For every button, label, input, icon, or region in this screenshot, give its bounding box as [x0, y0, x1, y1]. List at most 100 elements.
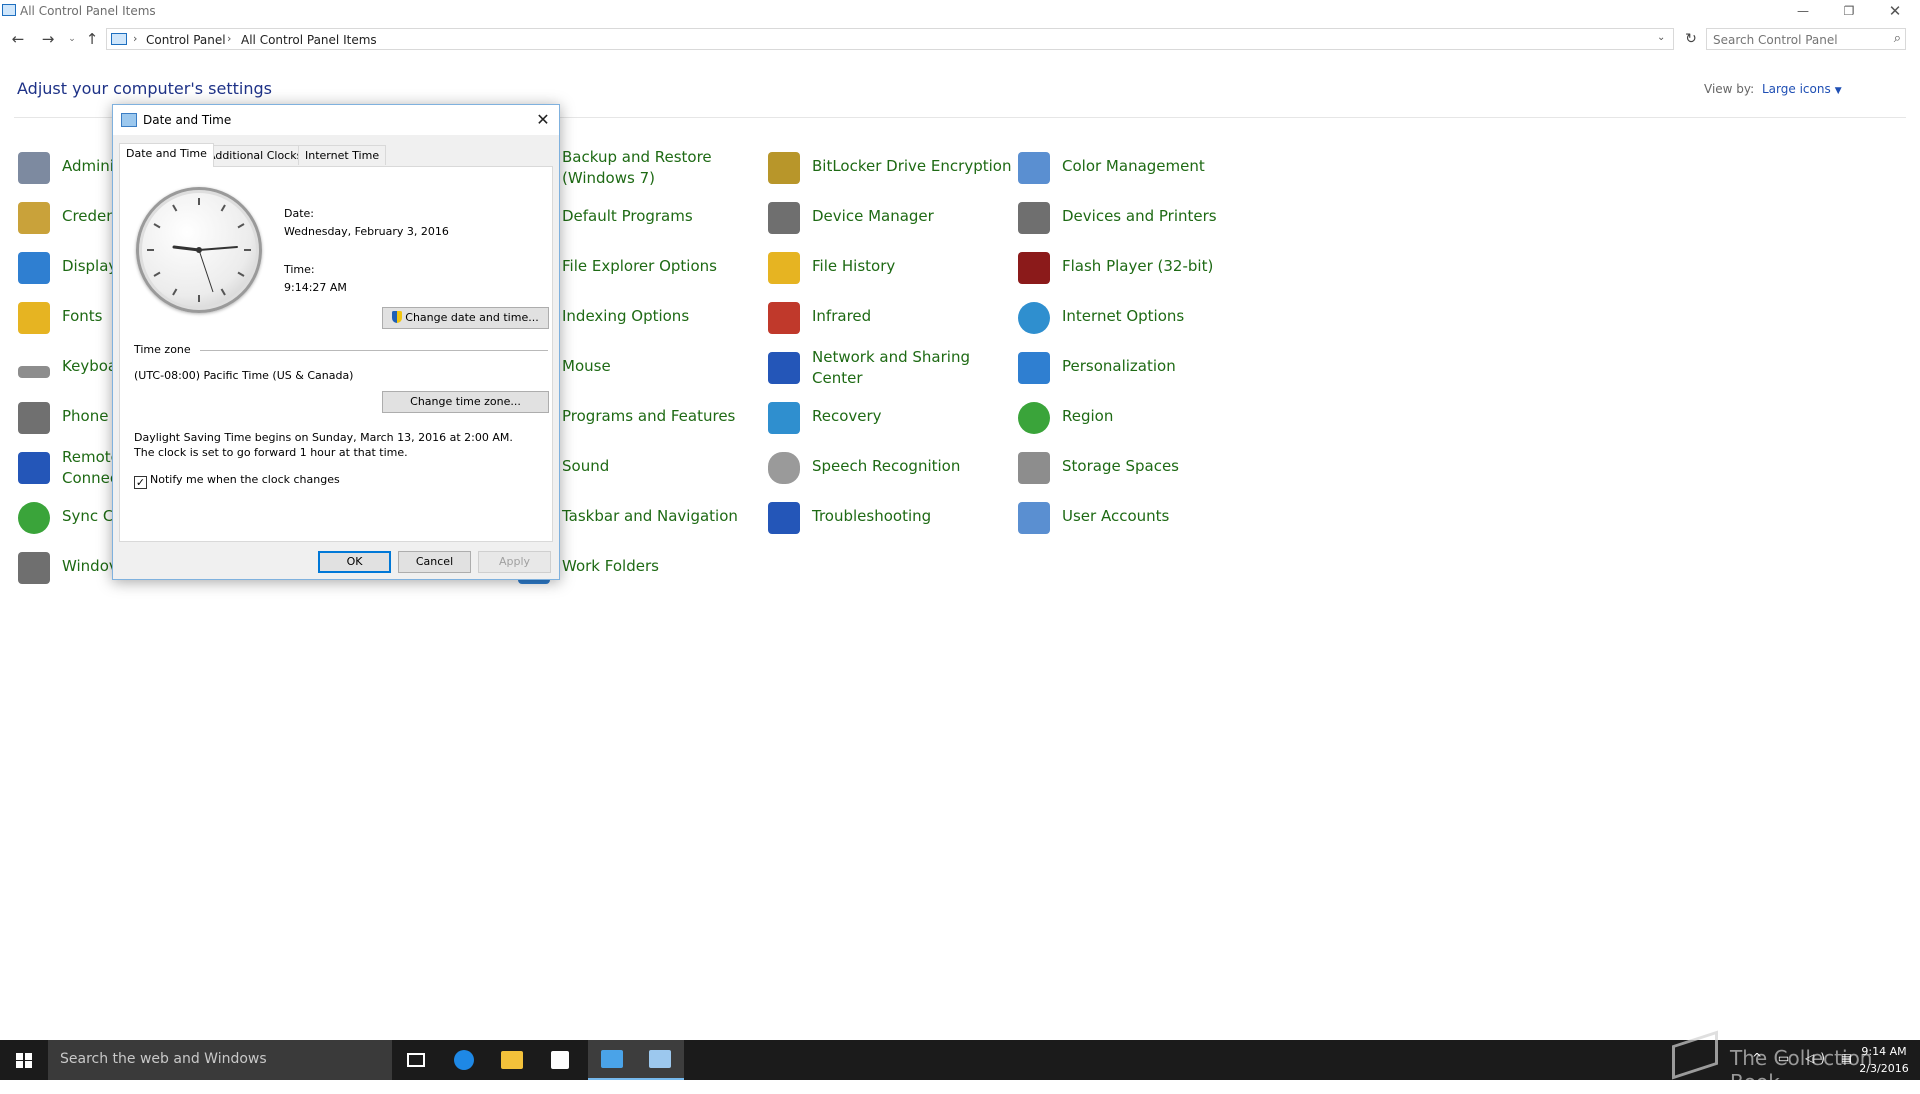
cp-item-label[interactable]: Flash Player (32-bit) [1062, 256, 1213, 277]
task-view-button[interactable] [392, 1040, 440, 1080]
notify-checkbox-row[interactable]: ✓ Notify me when the clock changes [134, 473, 340, 489]
timezone-value: (UTC-08:00) Pacific Time (US & Canada) [134, 369, 354, 382]
close-button[interactable]: ✕ [1872, 0, 1918, 22]
breadcrumb-separator[interactable]: › [133, 32, 137, 45]
cp-item-label[interactable]: Work Folders [562, 556, 659, 577]
edge-button[interactable] [440, 1040, 488, 1080]
cp-item-label[interactable]: Display [62, 256, 117, 277]
dialog-title: Date and Time [143, 113, 232, 127]
taskbar: Search the web and Windows The Collectio… [0, 1030, 1920, 1094]
cp-item-label[interactable]: User Accounts [1062, 506, 1169, 527]
taskbar-clock[interactable]: 9:14 AM 2/3/2016 [1852, 1043, 1916, 1077]
cp-item-label[interactable]: Speech Recognition [812, 456, 960, 477]
ok-button[interactable]: OK [318, 551, 391, 573]
system-tray-icons[interactable]: ^ ▭ ◁) ▤ [1752, 1051, 1858, 1065]
cp-item-label[interactable]: Region [1062, 406, 1113, 427]
cp-item-label[interactable]: Windov [62, 556, 118, 577]
dialog-titlebar: Date and Time ✕ [113, 105, 559, 135]
keyboard-icon [18, 366, 50, 378]
windows-logo-icon [16, 1053, 32, 1068]
date-value: Wednesday, February 3, 2016 [284, 225, 449, 238]
cp-item-label[interactable]: Storage Spaces [1062, 456, 1179, 477]
cp-item-label[interactable]: Phone [62, 406, 108, 427]
cp-item-label[interactable]: Color Management [1062, 156, 1205, 177]
cp-item-label[interactable]: Default Programs [562, 206, 693, 227]
breadcrumb[interactable]: › Control Panel › All Control Panel Item… [106, 28, 1674, 50]
cp-item-label[interactable]: File Explorer Options [562, 256, 717, 277]
view-by-value[interactable]: Large icons [1762, 82, 1831, 96]
change-date-time-button[interactable]: Change date and time... [382, 307, 549, 329]
cp-item-label[interactable]: Sync C [62, 506, 113, 527]
control-panel-taskbar-button[interactable] [588, 1040, 636, 1080]
date-time-taskbar-button[interactable] [636, 1040, 684, 1080]
change-timezone-button[interactable]: Change time zone... [382, 391, 549, 413]
breadcrumb-control-panel[interactable]: Control Panel [146, 33, 226, 47]
breadcrumb-all-items[interactable]: All Control Panel Items [241, 33, 377, 47]
cancel-button[interactable]: Cancel [398, 551, 471, 573]
network-sharing-icon [768, 352, 800, 384]
time-value: 9:14:27 AM [284, 281, 347, 294]
breadcrumb-separator[interactable]: › [227, 32, 231, 45]
cp-item-label[interactable]: Sound [562, 456, 609, 477]
refresh-button[interactable]: ↻ [1680, 28, 1702, 50]
cp-item-label[interactable]: BitLocker Drive Encryption [812, 156, 1011, 177]
time-label: Time: [284, 263, 315, 276]
cp-item-label[interactable]: Taskbar and Navigation [562, 506, 738, 527]
taskbar-date[interactable]: 2/3/2016 [1852, 1060, 1916, 1077]
taskbar-search-placeholder[interactable]: Search the web and Windows [60, 1051, 267, 1067]
troubleshooting-icon [768, 502, 800, 534]
taskbar-search[interactable]: Search the web and Windows [48, 1040, 392, 1080]
search-input[interactable] [1707, 30, 1877, 50]
store-button[interactable] [536, 1040, 584, 1080]
cp-item-label[interactable]: Mouse [562, 356, 611, 377]
dialog-close-button[interactable]: ✕ [531, 109, 555, 131]
cp-item-label[interactable]: Creden [62, 206, 116, 227]
view-by-dropdown[interactable]: Large icons ▼ [1762, 82, 1842, 96]
notify-checkbox[interactable]: ✓ [134, 476, 147, 489]
file-explorer-button[interactable] [488, 1040, 536, 1080]
search-box[interactable]: ⌕ [1706, 28, 1906, 50]
taskbar-time[interactable]: 9:14 AM [1852, 1043, 1916, 1060]
minimize-button[interactable]: — [1780, 0, 1826, 22]
store-icon [551, 1051, 569, 1069]
tab-internet-time[interactable]: Internet Time [298, 145, 387, 165]
cp-item-label[interactable]: Admini [62, 156, 114, 177]
forward-button[interactable]: → [38, 29, 58, 49]
cp-item-label[interactable]: File History [812, 256, 895, 277]
region-icon [1018, 402, 1050, 434]
back-button[interactable]: ← [8, 29, 28, 49]
up-button[interactable]: ↑ [82, 29, 102, 49]
phone-icon [18, 402, 50, 434]
change-date-time-label[interactable]: Change date and time... [405, 311, 538, 324]
cp-item-label[interactable]: Infrared [812, 306, 871, 327]
cp-item-label[interactable]: Indexing Options [562, 306, 689, 327]
bitlocker-icon [768, 152, 800, 184]
cp-item-label[interactable]: Troubleshooting [812, 506, 931, 527]
cp-item-label[interactable]: Devices and Printers [1062, 206, 1217, 227]
caret-down-icon[interactable]: ▼ [1835, 86, 1842, 96]
cp-item-label[interactable]: Internet Options [1062, 306, 1184, 327]
cp-item-label[interactable]: Recovery [812, 406, 882, 427]
cp-item-label[interactable]: Backup and Restore (Windows 7) [562, 147, 752, 189]
search-icon[interactable]: ⌕ [1894, 31, 1901, 46]
cp-item-label[interactable]: Device Manager [812, 206, 934, 227]
cp-item-label[interactable]: Fonts [62, 306, 102, 327]
user-accounts-icon [1018, 502, 1050, 534]
address-dropdown-icon[interactable]: ⌄ [1657, 32, 1665, 43]
devices-printers-icon [1018, 202, 1050, 234]
device-manager-icon [768, 202, 800, 234]
clock-face-icon [147, 198, 251, 302]
maximize-button[interactable]: ❐ [1826, 0, 1872, 22]
windows-firewall-icon [18, 552, 50, 584]
cp-item-label[interactable]: Programs and Features [562, 406, 735, 427]
cp-item-label[interactable]: Keyboa [62, 356, 117, 377]
tab-additional-clocks[interactable]: Additional Clocks [201, 145, 310, 165]
cp-item-label[interactable]: Personalization [1062, 356, 1176, 377]
recent-locations-button[interactable]: ⌄ [62, 29, 82, 49]
notify-label[interactable]: Notify me when the clock changes [150, 473, 340, 486]
start-button[interactable] [0, 1040, 48, 1080]
file-history-icon [768, 252, 800, 284]
tab-date-and-time[interactable]: Date and Time [119, 143, 214, 167]
apply-button[interactable]: Apply [478, 551, 551, 573]
cp-item-label[interactable]: Network and Sharing Center [812, 347, 1002, 389]
